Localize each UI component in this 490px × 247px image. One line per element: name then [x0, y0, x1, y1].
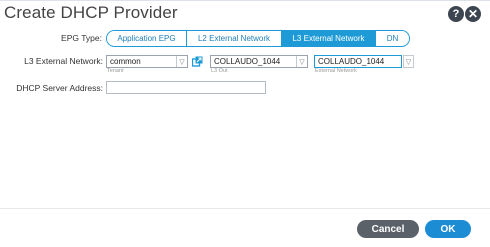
epg-type-selector: Application EPG L2 External Network L3 E… [106, 30, 410, 47]
epg-type-dn[interactable]: DN [376, 31, 409, 46]
tenant-select[interactable]: common ▽ [106, 55, 188, 68]
l3-external-network-label: L3 External Network: [24, 56, 103, 66]
cancel-button[interactable]: Cancel [357, 220, 419, 238]
close-icon[interactable]: ✕ [465, 6, 481, 22]
dhcp-server-address-label: DHCP Server Address: [16, 83, 103, 93]
epg-type-l3-external-network[interactable]: L3 External Network [282, 31, 376, 46]
l3-out-caption: L3 Out [211, 68, 228, 74]
chevron-down-icon[interactable]: ▽ [296, 56, 307, 67]
footer-divider [0, 208, 490, 209]
l3-out-select[interactable]: COLLAUDO_1044 ▽ [210, 55, 308, 68]
l3-out-value: COLLAUDO_1044 [214, 57, 281, 66]
help-icon[interactable]: ? [448, 6, 464, 22]
dhcp-server-address-input[interactable] [106, 81, 266, 94]
chevron-down-icon[interactable]: ▽ [403, 55, 414, 68]
external-network-value: COLLAUDO_1044 [318, 57, 385, 66]
epg-type-label: EPG Type: [61, 33, 102, 43]
tenant-value: common [110, 57, 141, 66]
external-network-caption: External Network [315, 68, 357, 74]
dialog-title: Create DHCP Provider [4, 3, 178, 22]
external-network-select[interactable]: COLLAUDO_1044 ▽ [314, 55, 414, 68]
create-dhcp-provider-dialog: Create DHCP Provider ? ✕ EPG Type: Appli… [0, 0, 490, 247]
open-external-icon[interactable] [192, 56, 203, 67]
chevron-down-icon[interactable]: ▽ [176, 56, 187, 67]
epg-type-application-epg[interactable]: Application EPG [107, 31, 187, 46]
tenant-caption: Tenant [107, 68, 124, 74]
epg-type-l2-external-network[interactable]: L2 External Network [187, 31, 282, 46]
ok-button[interactable]: OK [425, 220, 471, 238]
